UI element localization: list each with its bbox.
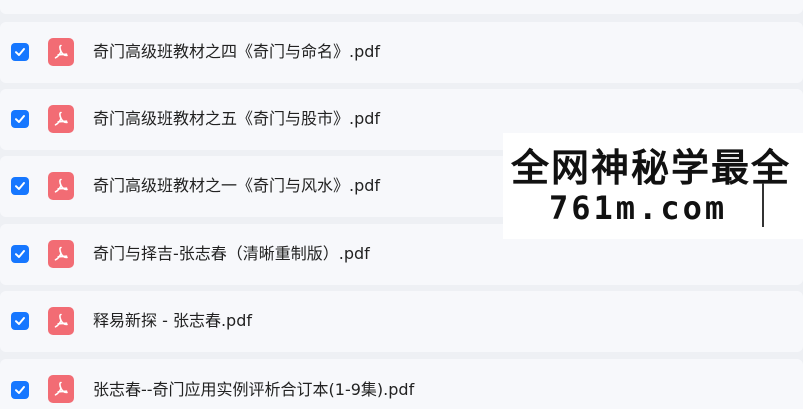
watermark-divider [762, 183, 764, 227]
pdf-file-icon [48, 375, 74, 403]
file-name[interactable]: 奇门与择吉-张志春（清晰重制版）.pdf [93, 244, 370, 264]
file-checkbox[interactable] [11, 43, 29, 61]
checkmark-icon [15, 48, 25, 56]
file-row[interactable]: 奇门高级班教材之四《奇门与命名》.pdf [0, 22, 803, 83]
watermark-title: 全网神秘学最全 [511, 146, 792, 190]
file-name[interactable]: 奇门高级班教材之一《奇门与风水》.pdf [93, 176, 380, 196]
file-name[interactable]: 奇门高级班教材之五《奇门与股市》.pdf [93, 109, 380, 129]
file-name[interactable]: 奇门高级班教材之四《奇门与命名》.pdf [93, 42, 380, 62]
file-checkbox[interactable] [11, 245, 29, 263]
file-name[interactable]: 张志春--奇门应用实例评析合订本(1-9集).pdf [93, 380, 414, 400]
file-checkbox[interactable] [11, 177, 29, 195]
file-checkbox[interactable] [11, 312, 29, 330]
file-checkbox[interactable] [11, 381, 29, 399]
watermark-url: 761m.com [549, 189, 728, 227]
checkmark-icon [15, 115, 25, 123]
pdf-file-icon [48, 307, 74, 335]
file-name[interactable]: 释易新探 - 张志春.pdf [93, 311, 252, 331]
pdf-file-icon [48, 105, 74, 133]
file-row[interactable]: 释易新探 - 张志春.pdf [0, 291, 803, 352]
checkmark-icon [15, 250, 25, 258]
file-row-partial[interactable] [0, 0, 803, 14]
watermark-overlay: 全网神秘学最全 761m.com [503, 133, 803, 239]
pdf-file-icon [48, 240, 74, 268]
checkmark-icon [15, 182, 25, 190]
checkmark-icon [15, 386, 25, 394]
file-checkbox[interactable] [11, 110, 29, 128]
pdf-file-icon [48, 38, 74, 66]
pdf-file-icon [48, 172, 74, 200]
file-row[interactable]: 张志春--奇门应用实例评析合订本(1-9集).pdf [0, 359, 803, 409]
checkmark-icon [15, 317, 25, 325]
